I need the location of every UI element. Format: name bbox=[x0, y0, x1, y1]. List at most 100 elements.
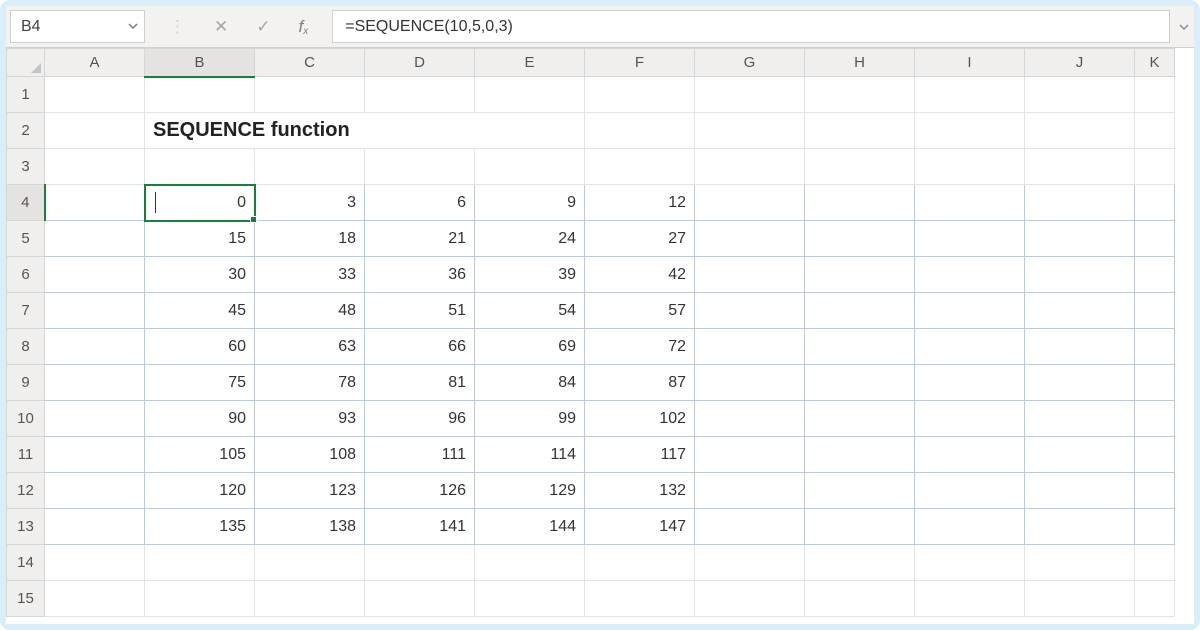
cell[interactable] bbox=[255, 545, 365, 581]
cell[interactable]: 78 bbox=[255, 365, 365, 401]
cell[interactable]: 12 bbox=[585, 185, 695, 221]
cell[interactable] bbox=[1025, 293, 1135, 329]
cell[interactable] bbox=[145, 149, 255, 185]
cell[interactable] bbox=[915, 581, 1025, 617]
cell[interactable] bbox=[45, 401, 145, 437]
col-header[interactable]: F bbox=[585, 49, 695, 77]
cancel-icon[interactable]: ✕ bbox=[214, 17, 228, 37]
cell[interactable] bbox=[915, 77, 1025, 113]
cell[interactable] bbox=[915, 257, 1025, 293]
cell[interactable] bbox=[695, 437, 805, 473]
cell[interactable] bbox=[695, 473, 805, 509]
cell[interactable] bbox=[805, 293, 915, 329]
cell[interactable]: 135 bbox=[145, 509, 255, 545]
cell[interactable] bbox=[915, 113, 1025, 149]
cell[interactable] bbox=[1025, 509, 1135, 545]
cell[interactable]: 3 bbox=[255, 185, 365, 221]
row-header[interactable]: 5 bbox=[7, 221, 45, 257]
cell[interactable]: SEQUENCE function bbox=[145, 113, 585, 149]
cell[interactable]: 126 bbox=[365, 473, 475, 509]
cell[interactable]: 6 bbox=[365, 185, 475, 221]
cell[interactable] bbox=[695, 149, 805, 185]
cell[interactable] bbox=[1135, 257, 1175, 293]
cell[interactable] bbox=[805, 221, 915, 257]
cell[interactable] bbox=[365, 545, 475, 581]
cell[interactable] bbox=[1025, 365, 1135, 401]
formula-bar-expand-icon[interactable] bbox=[1174, 6, 1194, 47]
cell[interactable]: 120 bbox=[145, 473, 255, 509]
cell[interactable] bbox=[1135, 581, 1175, 617]
cell[interactable] bbox=[915, 473, 1025, 509]
row-header[interactable]: 9 bbox=[7, 365, 45, 401]
cell[interactable] bbox=[805, 185, 915, 221]
cell[interactable] bbox=[1025, 221, 1135, 257]
cell[interactable] bbox=[695, 77, 805, 113]
cell[interactable]: 117 bbox=[585, 437, 695, 473]
cell[interactable]: 81 bbox=[365, 365, 475, 401]
cell[interactable] bbox=[915, 437, 1025, 473]
cell[interactable] bbox=[915, 509, 1025, 545]
cell[interactable] bbox=[805, 473, 915, 509]
cell[interactable] bbox=[695, 581, 805, 617]
cell[interactable] bbox=[475, 545, 585, 581]
cell[interactable] bbox=[45, 77, 145, 113]
row-header[interactable]: 12 bbox=[7, 473, 45, 509]
cell[interactable]: 72 bbox=[585, 329, 695, 365]
cell[interactable] bbox=[1025, 77, 1135, 113]
cell[interactable] bbox=[1135, 329, 1175, 365]
cell[interactable]: 102 bbox=[585, 401, 695, 437]
cell[interactable] bbox=[695, 329, 805, 365]
cell[interactable] bbox=[145, 77, 255, 113]
cell[interactable] bbox=[1025, 437, 1135, 473]
cell[interactable]: 138 bbox=[255, 509, 365, 545]
cell[interactable]: 99 bbox=[475, 401, 585, 437]
cell[interactable] bbox=[915, 185, 1025, 221]
cell[interactable] bbox=[805, 509, 915, 545]
cell[interactable] bbox=[915, 401, 1025, 437]
cell[interactable] bbox=[915, 545, 1025, 581]
cell[interactable]: 30 bbox=[145, 257, 255, 293]
cell[interactable]: 24 bbox=[475, 221, 585, 257]
cell[interactable] bbox=[1135, 437, 1175, 473]
cell[interactable] bbox=[365, 581, 475, 617]
cell[interactable]: 39 bbox=[475, 257, 585, 293]
cell[interactable] bbox=[915, 149, 1025, 185]
cell[interactable] bbox=[1025, 545, 1135, 581]
cell[interactable]: 87 bbox=[585, 365, 695, 401]
cell[interactable] bbox=[695, 257, 805, 293]
cell[interactable] bbox=[1025, 401, 1135, 437]
row-header[interactable]: 14 bbox=[7, 545, 45, 581]
cell[interactable] bbox=[1025, 329, 1135, 365]
col-header[interactable]: G bbox=[695, 49, 805, 77]
cell[interactable]: 144 bbox=[475, 509, 585, 545]
cell[interactable] bbox=[695, 221, 805, 257]
cell[interactable] bbox=[695, 113, 805, 149]
cell[interactable]: 66 bbox=[365, 329, 475, 365]
cell[interactable] bbox=[1135, 545, 1175, 581]
cell[interactable] bbox=[1135, 293, 1175, 329]
cell[interactable]: 33 bbox=[255, 257, 365, 293]
cell[interactable]: 84 bbox=[475, 365, 585, 401]
cell[interactable] bbox=[45, 149, 145, 185]
worksheet[interactable]: A B C D E F G H I J K 12SEQUENCE functio… bbox=[6, 48, 1194, 624]
cell[interactable] bbox=[45, 581, 145, 617]
cell[interactable]: 54 bbox=[475, 293, 585, 329]
col-header[interactable]: D bbox=[365, 49, 475, 77]
cell[interactable] bbox=[45, 545, 145, 581]
cell[interactable] bbox=[255, 581, 365, 617]
cell[interactable] bbox=[365, 77, 475, 113]
cell[interactable] bbox=[1025, 185, 1135, 221]
cell[interactable] bbox=[45, 221, 145, 257]
insert-function-icon[interactable]: fx bbox=[299, 17, 309, 37]
cell[interactable] bbox=[915, 293, 1025, 329]
col-header[interactable]: B bbox=[145, 49, 255, 77]
cell[interactable] bbox=[145, 545, 255, 581]
cell[interactable] bbox=[805, 257, 915, 293]
cell[interactable] bbox=[805, 113, 915, 149]
cell[interactable]: 0 bbox=[145, 185, 255, 221]
cell[interactable] bbox=[1135, 77, 1175, 113]
cell[interactable]: 111 bbox=[365, 437, 475, 473]
cell[interactable] bbox=[805, 437, 915, 473]
cell[interactable]: 75 bbox=[145, 365, 255, 401]
cell[interactable] bbox=[805, 545, 915, 581]
